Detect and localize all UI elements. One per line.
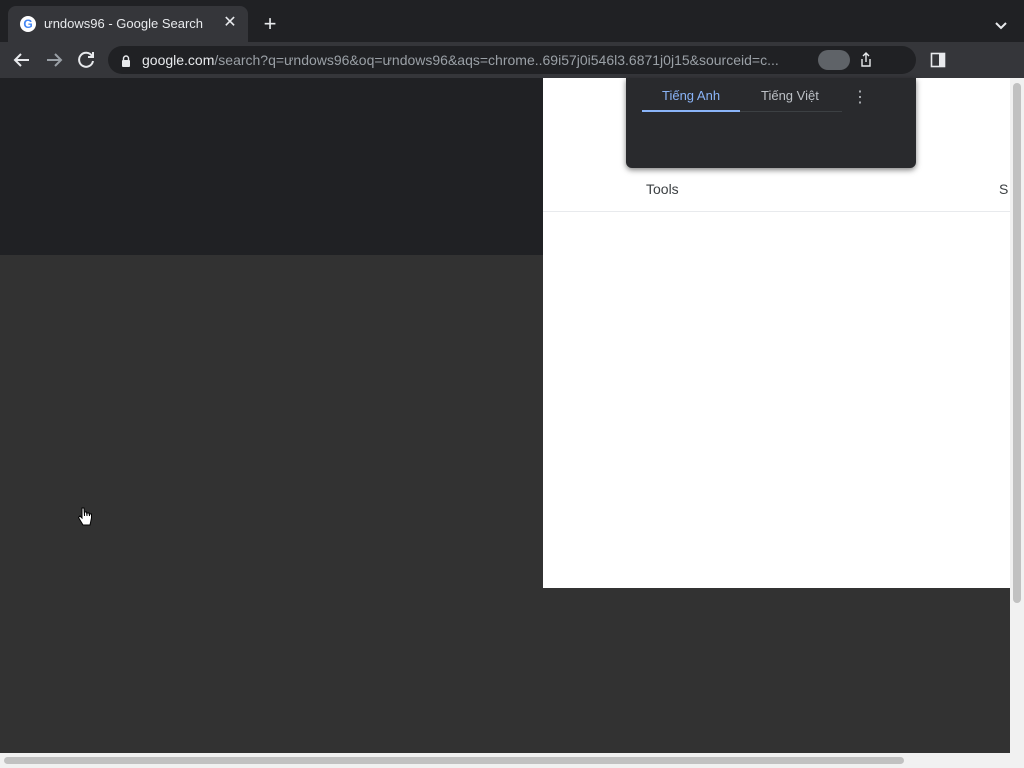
side-panel-icon[interactable] [930, 52, 946, 68]
address-bar[interactable]: google.com/search?q=ưndows96&oq=ưndows96… [108, 46, 916, 74]
lens-pill-icon[interactable] [818, 50, 850, 70]
tab-close-button[interactable]: ✕ [220, 13, 240, 33]
tab-strip: G ưndows96 - Google Search ✕ + [0, 0, 1024, 42]
url-host: google.com [142, 52, 215, 68]
more-options-icon[interactable]: ⋮ [852, 90, 868, 106]
tab-title: ưndows96 - Google Search [44, 16, 204, 31]
google-favicon-icon: G [20, 16, 36, 32]
horizontal-scrollbar[interactable] [0, 753, 1024, 768]
tools-button[interactable]: Tools [646, 181, 679, 197]
share-icon[interactable] [858, 52, 874, 68]
url-text[interactable]: google.com/search?q=ưndows96&oq=ưndows96… [142, 52, 822, 68]
new-tab-button[interactable]: + [258, 13, 282, 37]
browser-tab[interactable]: G ưndows96 - Google Search ✕ [8, 6, 248, 42]
lock-icon[interactable] [120, 54, 132, 67]
reload-button-icon[interactable] [74, 48, 98, 72]
horizontal-scroll-thumb[interactable] [4, 757, 904, 764]
vertical-scroll-thumb[interactable] [1013, 83, 1021, 603]
tab-search-chevron-icon[interactable] [990, 14, 1012, 36]
tab-target-language[interactable]: Tiếng Việt [761, 88, 819, 103]
hand-cursor-icon [77, 507, 93, 527]
clipped-nav-label[interactable]: S [999, 181, 1008, 197]
divider [543, 211, 1010, 212]
tab-source-language[interactable]: Tiếng Anh [662, 88, 720, 103]
browser-toolbar: google.com/search?q=ưndows96&oq=ưndows96… [0, 42, 1024, 78]
url-path: /search?q=ưndows96&oq=ưndows96&aqs=chrom… [214, 52, 779, 68]
back-button-icon[interactable] [10, 48, 34, 72]
page-content: Tools S Tiếng Anh Tiếng Việt ⋮ [0, 78, 1010, 753]
forward-button-icon[interactable] [42, 48, 66, 72]
active-tab-indicator [642, 110, 740, 112]
translate-popup: Tiếng Anh Tiếng Việt ⋮ [626, 78, 916, 168]
vertical-scrollbar[interactable] [1010, 78, 1024, 753]
